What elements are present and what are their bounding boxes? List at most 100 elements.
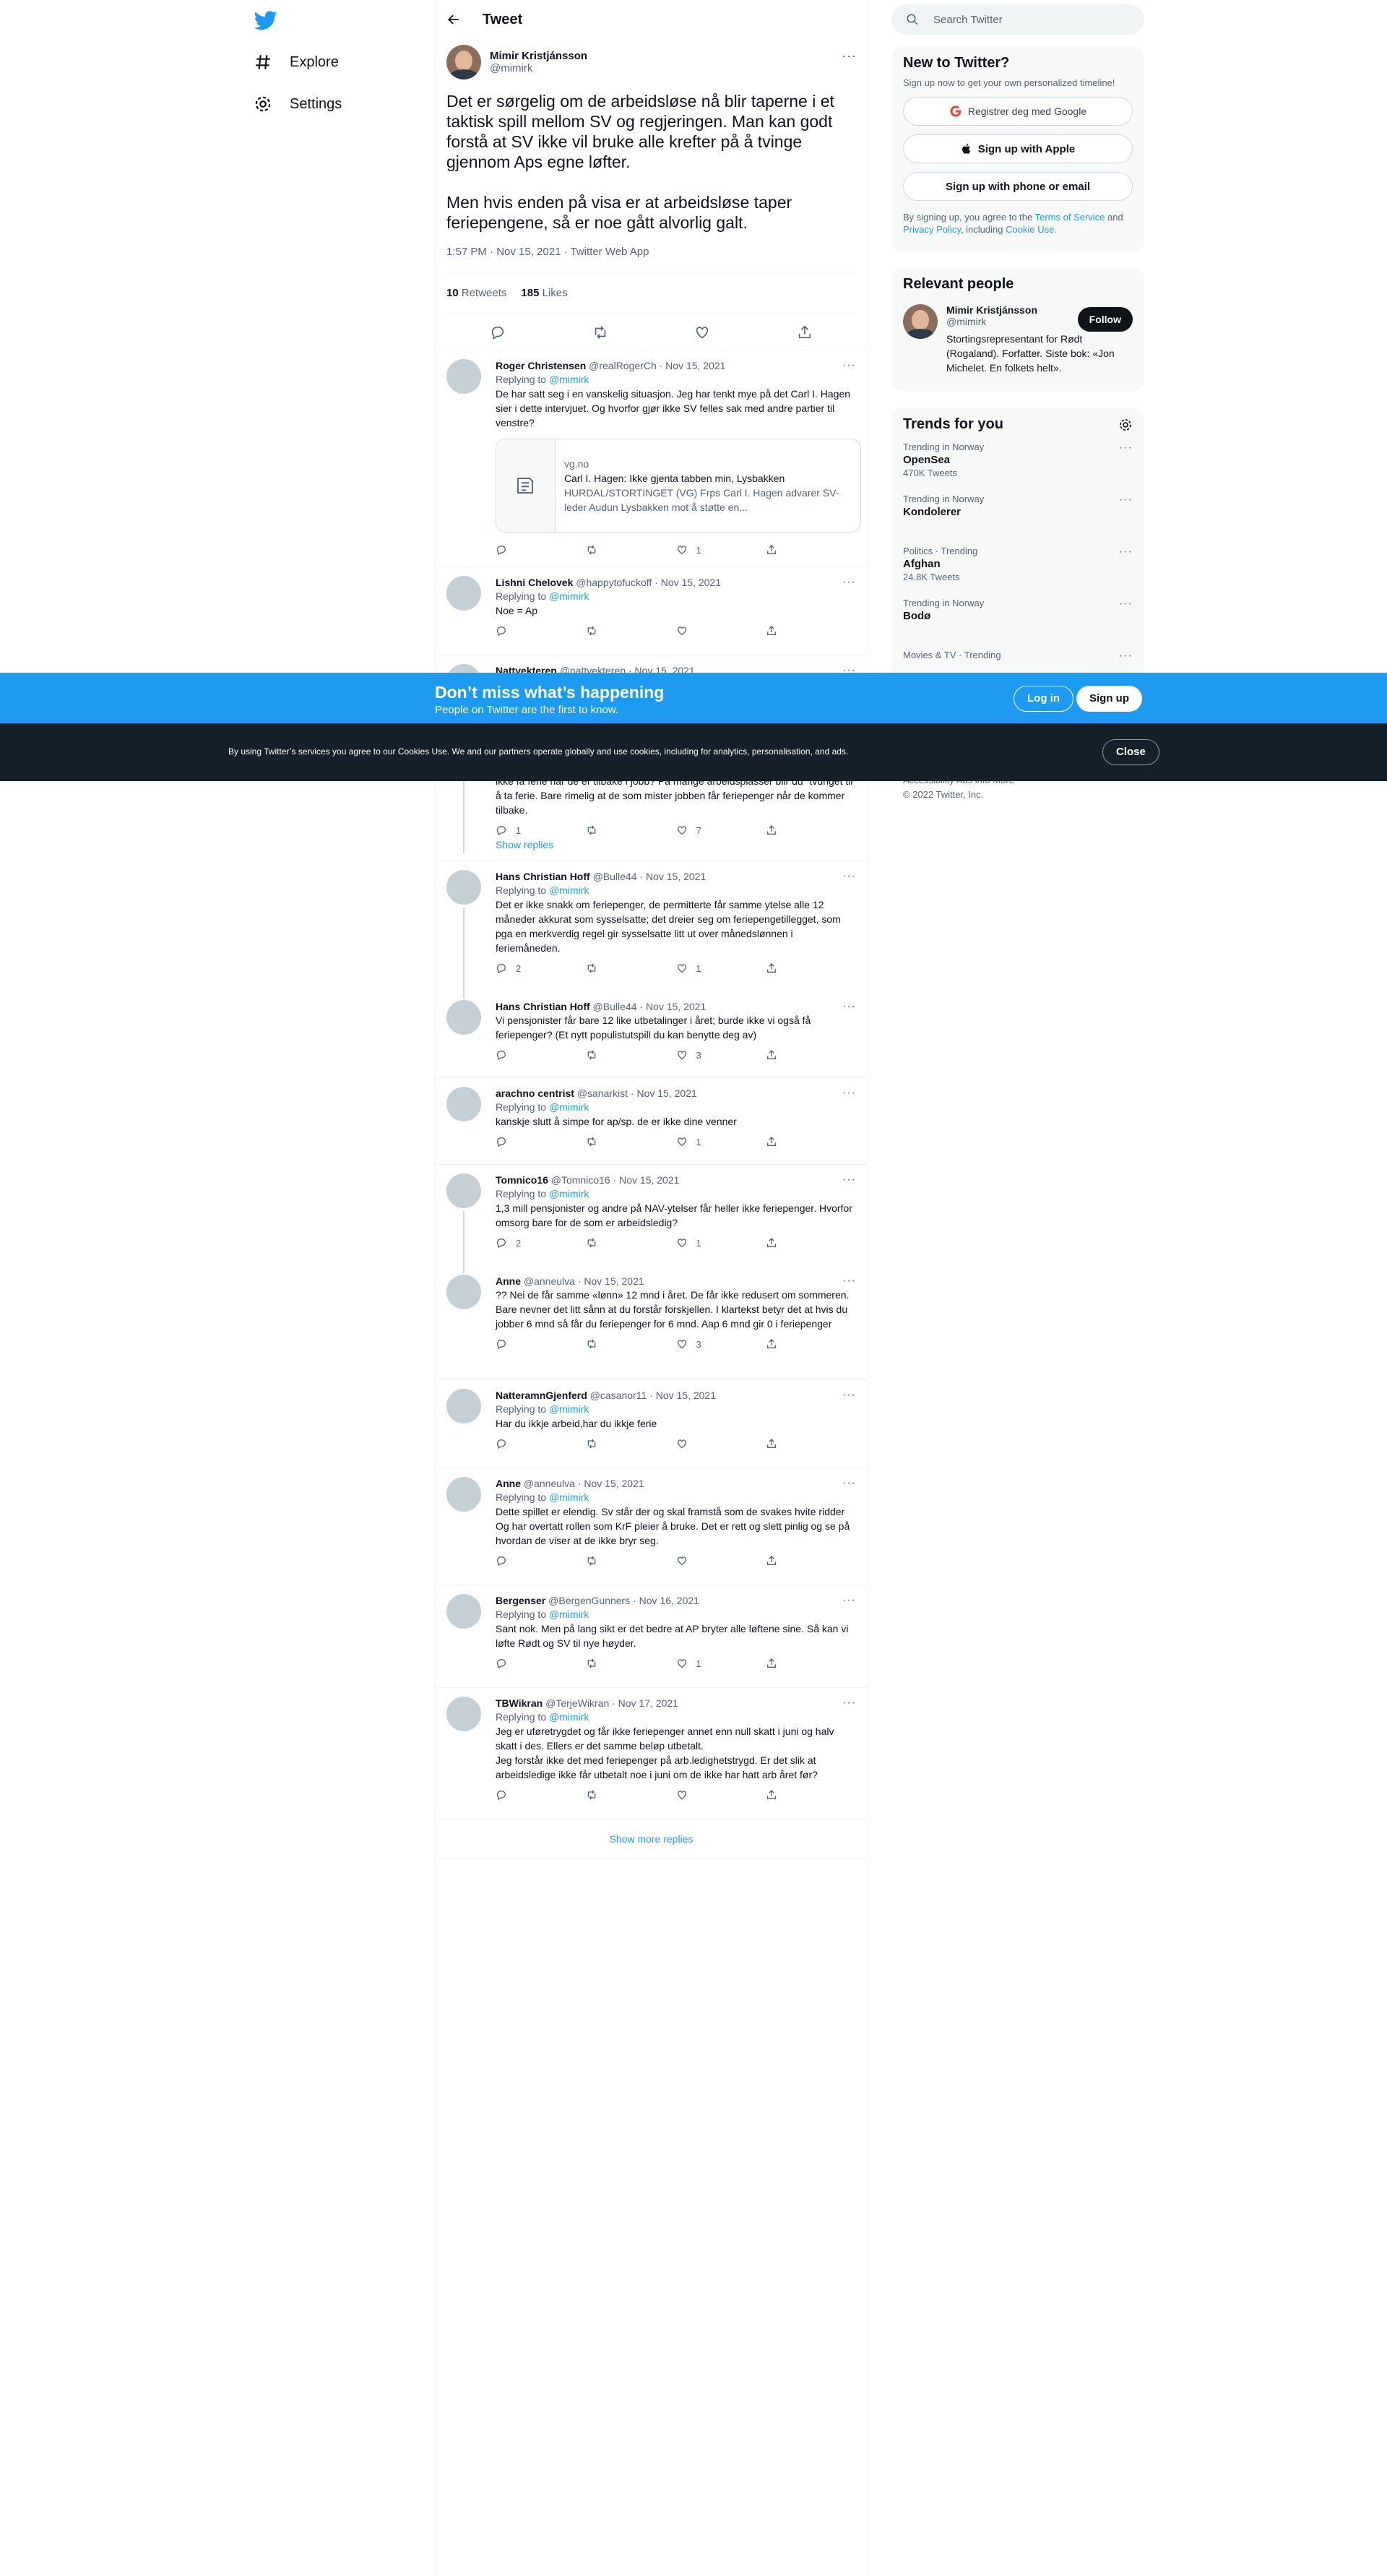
reply-icon[interactable] (490, 324, 506, 340)
replying-to-link[interactable]: @mimirk (549, 1608, 589, 1620)
reply-item[interactable]: ··· Anne @anneulva · Nov 15, 2021 ?? Nei… (435, 1266, 868, 1380)
author-handle[interactable]: @mimirk (490, 62, 587, 74)
back-arrow-icon[interactable] (446, 12, 461, 27)
reply-author-handle[interactable]: @Tomnico16 (551, 1174, 610, 1186)
relevant-person[interactable]: Mimir Kristjánsson @mimirk Stortingsrepr… (903, 304, 1133, 375)
reply-item[interactable]: ··· Anne @anneulva · Nov 15, 2021 Replyi… (435, 1468, 868, 1585)
reply-author-name[interactable]: Lishni Chelovek (496, 577, 573, 588)
avatar[interactable] (446, 1173, 481, 1208)
reply-button[interactable] (496, 1136, 586, 1147)
share-icon[interactable] (797, 324, 813, 340)
like-icon[interactable] (694, 324, 710, 340)
avatar[interactable] (446, 359, 481, 394)
like-button[interactable]: 1 (676, 1658, 766, 1669)
replying-to-link[interactable]: @mimirk (549, 884, 589, 896)
reply-button[interactable] (496, 1789, 586, 1801)
reply-author-handle[interactable]: @casanor11 (590, 1390, 647, 1401)
replying-to-link[interactable]: @mimirk (549, 374, 589, 385)
share-button[interactable] (766, 1237, 856, 1249)
more-options-icon[interactable]: ··· (842, 1697, 856, 1710)
retweet-button[interactable] (586, 1136, 676, 1147)
reply-date[interactable]: · Nov 15, 2021 (631, 1087, 697, 1099)
reply-item[interactable]: ··· Bergenser @BergenGunners · Nov 16, 2… (435, 1585, 868, 1688)
follow-button[interactable]: Follow (1077, 307, 1133, 332)
google-signup-button[interactable]: Registrer deg med Google (903, 97, 1133, 126)
replying-to-link[interactable]: @mimirk (549, 1491, 589, 1503)
retweet-button[interactable] (586, 1555, 676, 1567)
likes-stat[interactable]: 185 Likes (521, 287, 567, 299)
reply-date[interactable]: · Nov 15, 2021 (660, 360, 726, 371)
more-options-icon[interactable]: ··· (1119, 441, 1133, 455)
reply-date[interactable]: · Nov 15, 2021 (578, 1478, 644, 1489)
more-options-icon[interactable]: ··· (842, 870, 856, 883)
reply-author-name[interactable]: Roger Christensen (496, 360, 586, 371)
reply-button[interactable]: 2 (496, 1237, 586, 1249)
retweet-button[interactable] (586, 962, 676, 974)
avatar[interactable] (446, 1275, 481, 1309)
more-options-icon[interactable]: ··· (842, 576, 856, 589)
more-options-icon[interactable]: ··· (842, 1000, 856, 1013)
twitter-logo-icon[interactable] (254, 9, 278, 32)
like-button[interactable] (676, 1438, 766, 1449)
reply-author-handle[interactable]: @anneulva (524, 1275, 575, 1287)
replying-to-link[interactable]: @mimirk (549, 590, 589, 602)
more-options-icon[interactable]: ··· (1119, 546, 1133, 559)
share-button[interactable] (766, 625, 856, 637)
reply-author-name[interactable]: TBWikran (496, 1697, 543, 1709)
search-input[interactable]: Search Twitter (891, 4, 1144, 35)
trend-item[interactable]: Politics · Trending Afghan 24.8K Tweets … (903, 537, 1133, 589)
more-options-icon[interactable]: ··· (842, 1389, 856, 1402)
author-name[interactable]: Mimir Kristjánsson (490, 50, 587, 62)
reply-author-handle[interactable]: @sanarkist (577, 1087, 628, 1099)
share-button[interactable] (766, 544, 856, 556)
reply-item[interactable]: ··· Hans Christian Hoff @Bulle44 · Nov 1… (435, 861, 868, 999)
reply-button[interactable] (496, 544, 586, 556)
reply-button[interactable] (496, 1555, 586, 1567)
more-options-icon[interactable]: ··· (842, 1087, 856, 1100)
retweet-button[interactable] (586, 625, 676, 637)
tweet-meta[interactable]: 1:57 PM · Nov 15, 2021 · Twitter Web App (446, 246, 856, 262)
avatar[interactable] (446, 1087, 481, 1121)
reply-author-name[interactable]: NatteramnGjenferd (496, 1390, 587, 1401)
reply-button[interactable]: 2 (496, 962, 586, 974)
reply-author-handle[interactable]: @anneulva (524, 1478, 575, 1489)
more-options-icon[interactable]: ··· (842, 1477, 856, 1490)
more-options-icon[interactable]: ··· (842, 359, 856, 372)
replying-to-link[interactable]: @mimirk (549, 1403, 589, 1415)
more-options-icon[interactable]: ··· (1119, 650, 1133, 663)
share-button[interactable] (766, 1789, 856, 1801)
reply-item[interactable]: ··· arachno centrist @sanarkist · Nov 15… (435, 1078, 868, 1165)
reply-item[interactable]: ··· Hans Christian Hoff @Bulle44 · Nov 1… (435, 991, 868, 1078)
retweet-button[interactable] (586, 1237, 676, 1249)
link-card[interactable]: vg.no Carl I. Hagen: Ikke gjenta tabben … (496, 439, 861, 533)
trend-item[interactable]: Trending in Norway Kondolerer ··· (903, 485, 1133, 537)
retweet-icon[interactable] (592, 324, 608, 340)
avatar[interactable] (446, 1477, 481, 1512)
more-options-icon[interactable]: ··· (1119, 494, 1133, 507)
reply-author-handle[interactable]: @realRogerCh (589, 360, 657, 371)
like-button[interactable] (676, 625, 766, 637)
terms-link[interactable]: Terms of Service (1035, 212, 1105, 223)
reply-button[interactable] (496, 1338, 586, 1350)
reply-date[interactable]: · Nov 16, 2021 (633, 1595, 699, 1606)
settings-gear-icon[interactable] (1118, 418, 1133, 432)
login-button[interactable]: Log in (1014, 686, 1073, 712)
reply-author-handle[interactable]: @BergenGunners (548, 1595, 630, 1606)
retweets-stat[interactable]: 10 Retweets (446, 287, 506, 299)
more-options-icon[interactable]: ··· (842, 49, 856, 65)
retweet-button[interactable] (586, 824, 676, 836)
cookie-use-link[interactable]: Cookie Use. (1006, 224, 1057, 235)
replying-to-link[interactable]: @mimirk (549, 1188, 589, 1199)
share-button[interactable] (766, 1555, 856, 1567)
trend-item[interactable]: Trending in Norway Bodø ··· (903, 589, 1133, 641)
avatar[interactable] (446, 1697, 481, 1731)
like-button[interactable]: 1 (676, 962, 766, 974)
reply-item[interactable]: ··· NatteramnGjenferd @casanor11 · Nov 1… (435, 1380, 868, 1468)
reply-author-name[interactable]: arachno centrist (496, 1087, 574, 1099)
phone-email-signup-button[interactable]: Sign up with phone or email (903, 172, 1133, 201)
avatar[interactable] (446, 870, 481, 905)
replying-to-link[interactable]: @mimirk (549, 1711, 589, 1723)
nav-explore[interactable]: Explore (254, 48, 339, 77)
share-button[interactable] (766, 962, 856, 974)
like-button[interactable] (676, 1555, 766, 1567)
